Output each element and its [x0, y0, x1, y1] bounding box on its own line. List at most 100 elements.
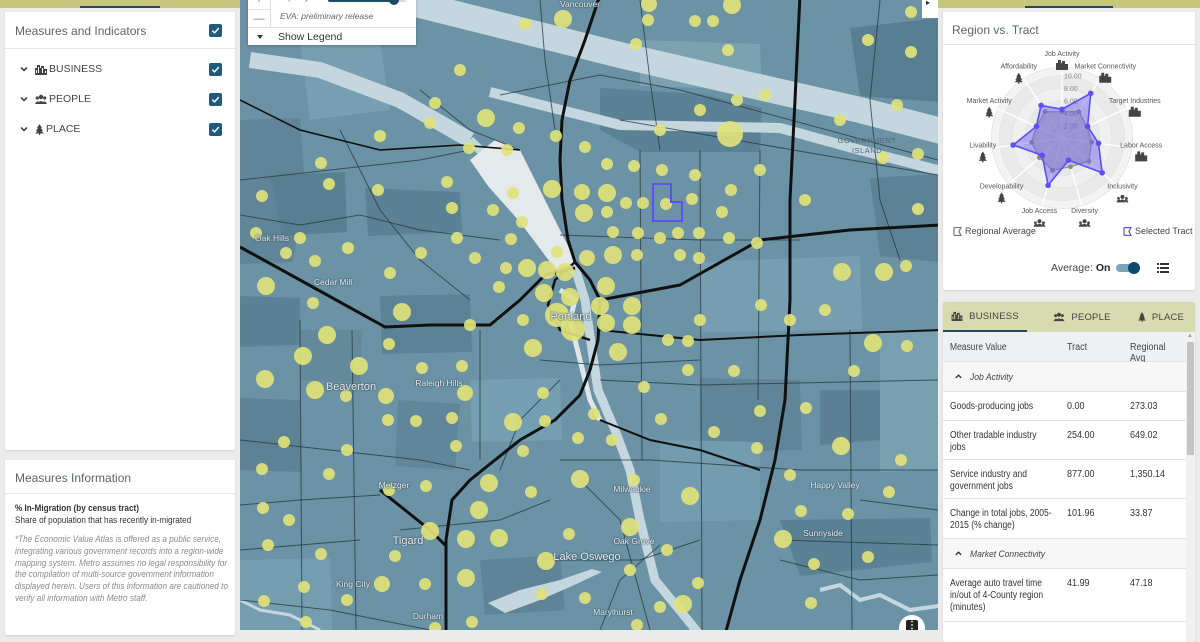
map-marker[interactable]	[774, 530, 792, 548]
map-marker[interactable]	[808, 558, 820, 570]
map-marker[interactable]	[538, 261, 556, 279]
map-marker[interactable]	[378, 388, 394, 404]
chevron-down-icon[interactable]	[19, 94, 29, 104]
map-marker[interactable]	[693, 227, 705, 239]
map-marker[interactable]	[537, 552, 555, 570]
group-row-job-activity[interactable]: Job Activity	[943, 362, 1186, 392]
radar-point-selected-tract[interactable]	[1095, 140, 1102, 147]
chevron-down-icon[interactable]	[19, 64, 29, 74]
map-marker[interactable]	[588, 408, 600, 420]
map-marker[interactable]	[689, 169, 701, 181]
tract-polygon[interactable]	[240, 558, 332, 630]
map-marker[interactable]	[638, 381, 650, 393]
map-marker[interactable]	[518, 259, 536, 277]
map-marker[interactable]	[283, 514, 295, 526]
map-marker[interactable]	[256, 463, 268, 475]
map-marker[interactable]	[466, 616, 478, 628]
scrollbar-thumb[interactable]	[1187, 342, 1194, 455]
people-checkbox[interactable]	[209, 93, 222, 106]
tract-polygon[interactable]	[270, 172, 347, 236]
map-marker[interactable]	[457, 385, 473, 401]
map-marker[interactable]	[833, 263, 851, 281]
map-marker[interactable]	[340, 390, 352, 402]
map-marker[interactable]	[875, 263, 893, 281]
map-marker[interactable]	[674, 249, 686, 261]
map-marker[interactable]	[300, 616, 312, 628]
chevron-down-icon[interactable]	[19, 124, 29, 134]
map-marker[interactable]	[601, 206, 613, 218]
map-marker[interactable]	[382, 414, 394, 426]
tract-polygon[interactable]	[240, 398, 302, 472]
map-marker[interactable]	[784, 469, 796, 481]
map-marker[interactable]	[848, 365, 860, 377]
map-marker[interactable]	[571, 470, 589, 488]
map-marker[interactable]	[598, 184, 616, 202]
map-marker[interactable]	[661, 544, 673, 556]
map-marker[interactable]	[323, 468, 335, 480]
map-marker[interactable]	[454, 64, 466, 76]
map-marker[interactable]	[419, 578, 431, 590]
map-view[interactable]: Vancouver Oak Hills Cedar Mill Portland …	[240, 0, 938, 630]
place-checkbox[interactable]	[209, 123, 222, 136]
map-marker[interactable]	[725, 184, 737, 196]
radar-point-selected-tract[interactable]	[1045, 182, 1051, 189]
scroll-up-arrow-icon[interactable]: ▲	[1187, 333, 1193, 339]
tab-business[interactable]: BUSINESS	[943, 302, 1027, 332]
map-marker[interactable]	[341, 594, 353, 606]
map-marker[interactable]	[420, 480, 432, 492]
map-marker[interactable]	[517, 314, 529, 326]
map-marker[interactable]	[754, 405, 766, 417]
tract-polygon[interactable]	[470, 378, 562, 442]
map-marker[interactable]	[315, 157, 327, 169]
map-marker[interactable]	[607, 226, 619, 238]
map-marker[interactable]	[901, 340, 913, 352]
map-marker[interactable]	[556, 263, 574, 281]
list-view-icon[interactable]	[1157, 263, 1169, 273]
map-marker[interactable]	[689, 15, 701, 27]
category-place[interactable]: PLACE	[19, 120, 80, 138]
map-marker[interactable]	[877, 152, 889, 164]
map-marker[interactable]	[457, 530, 475, 548]
map-marker[interactable]	[717, 121, 743, 147]
map-marker[interactable]	[722, 44, 734, 56]
map-marker[interactable]	[561, 317, 585, 341]
map-marker[interactable]	[731, 94, 743, 106]
map-marker[interactable]	[410, 415, 422, 427]
map-marker[interactable]	[597, 277, 615, 295]
map-marker[interactable]	[416, 362, 428, 374]
map-marker[interactable]	[393, 303, 411, 321]
business-checkbox[interactable]	[209, 63, 222, 76]
map-marker[interactable]	[681, 487, 699, 505]
radar-point-selected-tract[interactable]	[1059, 106, 1065, 113]
map-marker[interactable]	[257, 277, 275, 295]
map-marker[interactable]	[315, 548, 327, 560]
map-marker[interactable]	[784, 314, 796, 326]
radar-point-selected-tract[interactable]	[1010, 142, 1016, 148]
map-marker[interactable]	[429, 97, 441, 109]
map-marker[interactable]	[642, 14, 654, 26]
map-marker[interactable]	[258, 595, 270, 607]
map-marker[interactable]	[262, 539, 274, 551]
map-marker[interactable]	[628, 474, 640, 486]
map-marker[interactable]	[463, 142, 475, 154]
map-marker[interactable]	[341, 444, 353, 456]
tab-place[interactable]: PLACE	[1133, 302, 1189, 332]
map-marker[interactable]	[501, 144, 513, 156]
map-marker[interactable]	[561, 288, 579, 306]
map-marker[interactable]	[834, 114, 846, 126]
map-marker[interactable]	[298, 581, 310, 593]
map-marker[interactable]	[464, 319, 476, 331]
map-marker[interactable]	[446, 412, 458, 424]
map-marker[interactable]	[372, 184, 384, 196]
radar-point-selected-tract[interactable]	[1033, 123, 1040, 130]
zoom-in-button[interactable]: +	[248, 0, 270, 9]
map-marker[interactable]	[864, 334, 882, 352]
map-marker[interactable]	[751, 237, 763, 249]
select-all-checkbox[interactable]	[209, 24, 222, 37]
map-marker[interactable]	[441, 176, 453, 188]
active-nav-tab-indicator[interactable]	[1025, 6, 1113, 8]
map-marker[interactable]	[342, 242, 354, 254]
map-marker[interactable]	[609, 343, 627, 361]
map-marker[interactable]	[513, 122, 525, 134]
map-marker[interactable]	[551, 246, 563, 258]
